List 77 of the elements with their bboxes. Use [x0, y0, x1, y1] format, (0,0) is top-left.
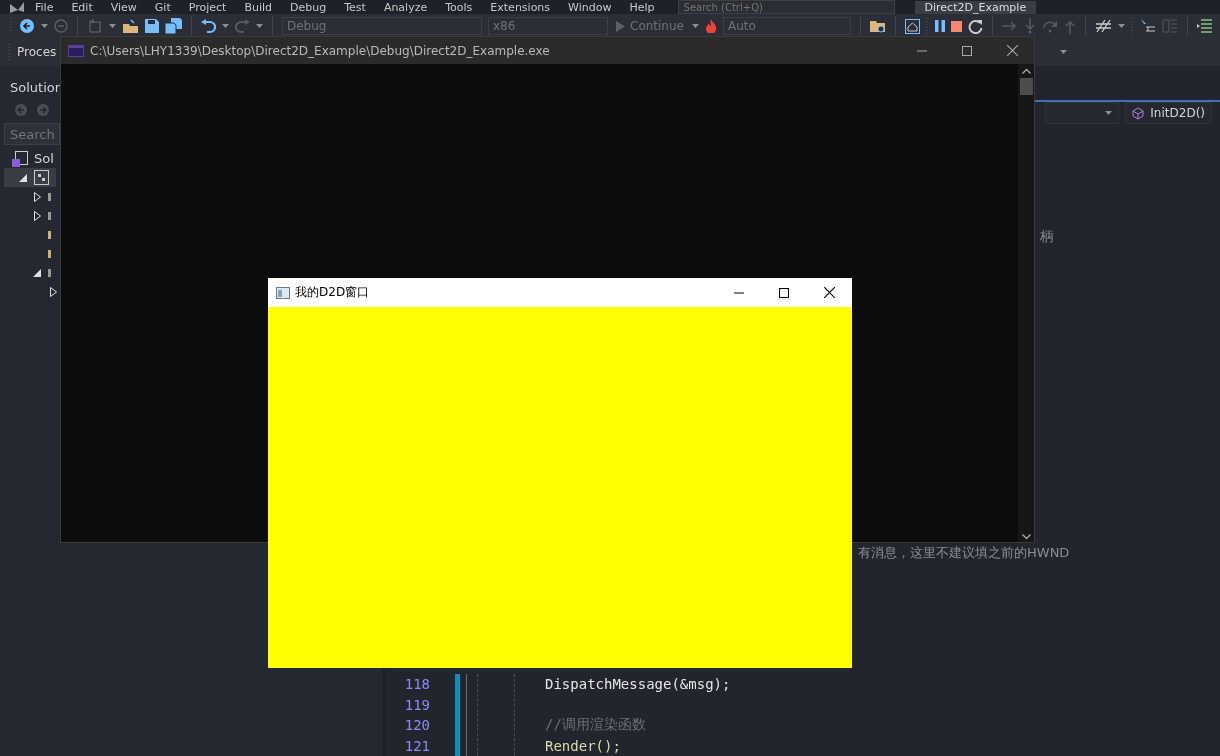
- window-icon: [276, 286, 290, 299]
- cube-icon: [1132, 106, 1145, 120]
- project-icon: [34, 170, 49, 185]
- code-comment: 柄: [1040, 228, 1055, 246]
- menu-item[interactable]: Help: [620, 0, 664, 14]
- code-line: DispatchMessage(&msg);: [545, 676, 731, 693]
- console-icon: [68, 44, 84, 57]
- menu-item[interactable]: Window: [559, 0, 621, 14]
- file-icon: [48, 230, 51, 239]
- scrollbar[interactable]: [1018, 64, 1034, 542]
- caret-icon[interactable]: [41, 24, 48, 28]
- indent-icon[interactable]: [1196, 19, 1212, 33]
- caret-icon[interactable]: [222, 24, 229, 28]
- solution-title: Direct2D_Example: [914, 0, 1037, 14]
- caret-icon[interactable]: [1105, 111, 1113, 115]
- menu-item[interactable]: File: [26, 0, 63, 14]
- window-title: 我的D2D窗口: [295, 284, 371, 301]
- folder-search-icon[interactable]: [869, 18, 886, 34]
- menu-item[interactable]: Test: [335, 0, 375, 14]
- menu-item[interactable]: View: [101, 0, 146, 14]
- code-line: Render();: [545, 737, 621, 754]
- line-number: 118: [403, 675, 430, 695]
- open-folder-icon[interactable]: [122, 18, 139, 34]
- menu-item[interactable]: Analyze: [374, 0, 437, 14]
- restart-icon[interactable]: [967, 18, 983, 34]
- maximize-icon[interactable]: [962, 45, 972, 56]
- solution-icon: [12, 150, 28, 167]
- close-icon[interactable]: [824, 287, 835, 298]
- collapsed-arrow-icon[interactable]: [49, 286, 57, 297]
- caret-icon[interactable]: [1117, 24, 1125, 28]
- tree-label: Sol: [34, 151, 54, 166]
- pause-icon[interactable]: [934, 20, 945, 32]
- tree-row-highlight[interactable]: [4, 168, 56, 187]
- play-icon: [616, 20, 625, 32]
- caret-icon[interactable]: [109, 24, 116, 28]
- dropdown-caret-icon[interactable]: [1060, 50, 1067, 54]
- back-icon[interactable]: [19, 18, 35, 34]
- menu-item[interactable]: Project: [179, 0, 236, 14]
- process-label: Proces: [17, 45, 57, 59]
- close-icon[interactable]: [1007, 45, 1018, 56]
- code-comment: //调用渲染函数: [545, 716, 646, 735]
- menu-item[interactable]: Extensions: [481, 0, 560, 14]
- line-number: 121: [403, 736, 430, 756]
- menu-item[interactable]: Build: [235, 0, 281, 14]
- undo-icon[interactable]: [201, 18, 216, 34]
- caret-icon[interactable]: [256, 24, 263, 28]
- code-comment: 有消息，这里不建议填之前的HWND: [858, 544, 1071, 562]
- caret-icon[interactable]: [691, 24, 699, 28]
- menu-item[interactable]: Git: [145, 0, 180, 14]
- save-all-icon[interactable]: [165, 18, 182, 34]
- expanded-arrow-icon[interactable]: [33, 268, 41, 277]
- hatch-icon[interactable]: [1094, 18, 1112, 34]
- maximize-icon[interactable]: [779, 287, 789, 298]
- item-icon: [48, 192, 51, 201]
- scroll-thumb[interactable]: [1019, 78, 1033, 95]
- collapsed-arrow-icon[interactable]: [33, 210, 41, 221]
- stop-icon[interactable]: [950, 20, 962, 32]
- scroll-up-icon[interactable]: [1021, 68, 1031, 74]
- menu-item[interactable]: Debug: [281, 0, 336, 14]
- save-icon[interactable]: [145, 19, 159, 33]
- menu-item[interactable]: Edit: [62, 0, 102, 14]
- search-field[interactable]: Search: [4, 123, 60, 145]
- collapsed-arrow-icon[interactable]: [33, 191, 41, 202]
- expanded-arrow-icon[interactable]: [19, 173, 27, 182]
- item-icon: [48, 268, 51, 277]
- menu-item[interactable]: Tools: [436, 0, 482, 14]
- window-title: C:\Users\LHY1339\Desktop\Direct2D_Example\Debug\Direct2D_Example.exe: [90, 43, 551, 58]
- scroll-down-icon[interactable]: [1021, 534, 1031, 540]
- flame-icon[interactable]: [704, 19, 717, 33]
- home-icon[interactable]: [904, 18, 920, 34]
- line-number: 120: [403, 716, 430, 736]
- line-number: 119: [403, 695, 430, 715]
- member-dropdown[interactable]: InitD2D(): [1125, 102, 1212, 124]
- search-field[interactable]: Search (Ctrl+Q): [677, 0, 895, 14]
- file-icon: [48, 249, 51, 258]
- cursor-list-icon[interactable]: [1139, 18, 1156, 34]
- item-icon: [48, 211, 51, 220]
